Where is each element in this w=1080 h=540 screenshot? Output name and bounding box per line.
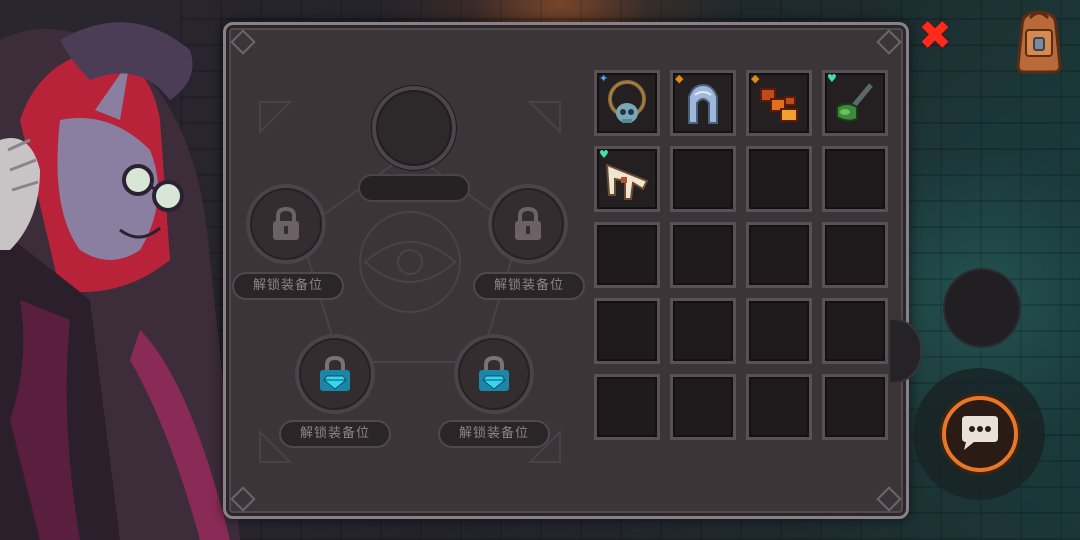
inventory-cell-empty[interactable] — [594, 374, 660, 440]
inventory-cell-empty[interactable] — [746, 222, 812, 288]
locked-equipment-slot-2[interactable] — [488, 184, 568, 264]
inventory-cell-empty[interactable] — [670, 298, 736, 364]
padlock-icon — [273, 206, 299, 240]
inventory-cell-empty[interactable] — [746, 146, 812, 212]
flame-gauntlet-icon — [760, 88, 798, 122]
unlock-slot-button-4[interactable]: 解锁装备位 — [438, 420, 550, 448]
locked-equipment-slot-1[interactable] — [246, 184, 326, 264]
locked-equipment-slot-3[interactable] — [295, 334, 375, 414]
green-axe-icon — [836, 83, 873, 122]
bone-claw-icon — [605, 163, 649, 200]
close-x-icon: ✖ — [918, 13, 952, 59]
inventory-cell-empty[interactable] — [670, 222, 736, 288]
inventory-cell-empty[interactable] — [822, 298, 888, 364]
inventory-cell-empty[interactable] — [822, 374, 888, 440]
chat-bubble-icon — [962, 416, 998, 450]
inventory-cell-empty[interactable] — [822, 146, 888, 212]
padlock-icon — [515, 206, 541, 240]
main-slot-label — [358, 174, 470, 202]
action-button[interactable] — [943, 268, 1021, 348]
inventory-cell[interactable]: ♥ — [822, 70, 888, 136]
panel-corner-ornament — [876, 29, 902, 55]
unlock-slot-button-2[interactable]: 解锁装备位 — [473, 272, 585, 300]
backpack-icon[interactable] — [1010, 8, 1068, 74]
chat-button[interactable] — [942, 396, 1018, 472]
inventory-grid: ✦ ◆ ◆ ♥ ♥ — [594, 70, 888, 440]
gem-padlock-icon — [479, 355, 509, 391]
unlock-slot-button-1[interactable]: 解锁装备位 — [232, 272, 344, 300]
inventory-cell[interactable]: ✦ — [594, 70, 660, 136]
inventory-cell-empty[interactable] — [670, 374, 736, 440]
inventory-cell-empty[interactable] — [670, 146, 736, 212]
inventory-cell-empty[interactable] — [594, 222, 660, 288]
gem-padlock-icon — [320, 355, 350, 391]
main-equipment-slot[interactable] — [372, 86, 456, 170]
close-button[interactable]: ✖ — [916, 16, 954, 56]
inventory-cell[interactable]: ◆ — [746, 70, 812, 136]
panel-corner-ornament — [876, 486, 902, 512]
vampire-npc-portrait — [0, 22, 240, 540]
inventory-cell-empty[interactable] — [822, 222, 888, 288]
inventory-cell-empty[interactable] — [594, 298, 660, 364]
inventory-cell[interactable]: ♥ — [594, 146, 660, 212]
inventory-cell-empty[interactable] — [746, 374, 812, 440]
inventory-cell[interactable]: ◆ — [670, 70, 736, 136]
unlock-slot-button-3[interactable]: 解锁装备位 — [279, 420, 391, 448]
locked-equipment-slot-4[interactable] — [454, 334, 534, 414]
inventory-cell-empty[interactable] — [746, 298, 812, 364]
steel-armor-icon — [688, 83, 718, 124]
skull-amulet-icon — [608, 80, 646, 123]
panel-corner-ornament — [230, 29, 256, 55]
